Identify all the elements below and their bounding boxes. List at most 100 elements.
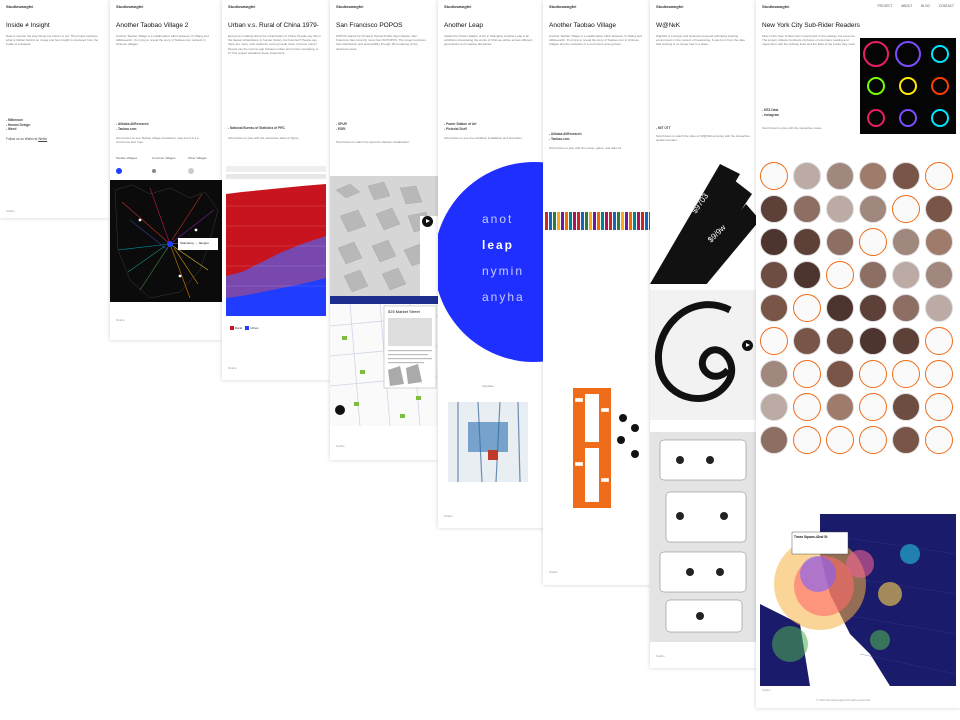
reader-photo[interactable] [793, 327, 821, 355]
subway-map-thumb[interactable] [892, 360, 920, 388]
reader-photo[interactable] [892, 228, 920, 256]
subway-map-thumb[interactable] [760, 327, 788, 355]
poster-thumb[interactable] [601, 212, 604, 230]
reader-photo[interactable] [826, 294, 854, 322]
reader-photo[interactable] [925, 294, 953, 322]
reader-photo[interactable] [760, 426, 788, 454]
poster-thumb[interactable] [637, 212, 640, 230]
reader-photo[interactable] [760, 228, 788, 256]
installation-photo[interactable] [448, 402, 528, 482]
poster-thumb[interactable] [545, 212, 548, 230]
reader-photo[interactable] [793, 261, 821, 289]
reader-photo[interactable] [892, 426, 920, 454]
reader-photo[interactable] [892, 261, 920, 289]
reader-photo[interactable] [892, 393, 920, 421]
map-popup[interactable]: Shandong → Jiangsu [180, 241, 218, 245]
reader-photo[interactable] [760, 393, 788, 421]
reader-photo[interactable] [892, 327, 920, 355]
poster-thumb[interactable] [577, 212, 580, 230]
subway-map-thumb[interactable] [925, 360, 953, 388]
reader-photo[interactable] [892, 294, 920, 322]
poster-thumb[interactable] [573, 212, 576, 230]
subway-map-thumb[interactable] [859, 228, 887, 256]
reader-photo[interactable] [793, 162, 821, 190]
nav-contact[interactable]: CONTACT [939, 4, 954, 8]
subway-map-thumb[interactable] [925, 393, 953, 421]
poster-thumb[interactable] [569, 212, 572, 230]
nav-about[interactable]: ABOUT [901, 4, 912, 8]
project-page-another-leap[interactable]: Studiowangfei Another Leap Initiated by … [438, 0, 546, 528]
site-logo[interactable]: Studiowangfei [6, 4, 33, 9]
poster-thumb[interactable] [581, 212, 584, 230]
poster-thumb[interactable] [641, 212, 644, 230]
subway-map-thumb[interactable] [826, 261, 854, 289]
reader-photo[interactable] [793, 228, 821, 256]
reader-photo[interactable] [925, 228, 953, 256]
reader-photo[interactable] [760, 294, 788, 322]
poster-thumb[interactable] [621, 212, 624, 230]
poster-thumb[interactable] [593, 212, 596, 230]
reader-photo[interactable] [760, 261, 788, 289]
subway-map-thumb[interactable] [760, 162, 788, 190]
play-video-button[interactable] [422, 216, 433, 227]
wank-fan-cards[interactable] [650, 164, 758, 284]
poster-thumb[interactable] [633, 212, 636, 230]
project-page-urban-rural[interactable]: Studiowangfei Urban v.s. Rural of China … [222, 0, 330, 380]
reader-photo[interactable] [859, 327, 887, 355]
poster-thumb[interactable] [617, 212, 620, 230]
project-page-wank[interactable]: Studiowangfei W@№K W@№K is a design and … [650, 0, 758, 668]
project-page-another-taobao-village[interactable]: Studiowangfei Another Taobao Village Ano… [543, 0, 653, 585]
weibo-link[interactable]: Weibo [38, 137, 47, 141]
subway-map-thumb[interactable] [859, 426, 887, 454]
reader-photo[interactable] [760, 195, 788, 223]
poster-thumb[interactable] [561, 212, 564, 230]
poster-thumb[interactable] [625, 212, 628, 230]
subway-map-thumb[interactable] [826, 426, 854, 454]
poster-thumb[interactable] [565, 212, 568, 230]
play-video-button[interactable] [742, 340, 753, 351]
sf-3d-city-render[interactable] [330, 176, 438, 296]
poster-thumb[interactable] [557, 212, 560, 230]
wank-logo-video[interactable] [650, 290, 758, 420]
poster-thumb[interactable] [589, 212, 592, 230]
reader-photo[interactable] [859, 294, 887, 322]
legend-item[interactable]: Taobao Villages [116, 156, 146, 174]
poster-thumb[interactable] [553, 212, 556, 230]
poster-thumb[interactable] [609, 212, 612, 230]
nyc-heatmap[interactable] [760, 514, 956, 686]
subway-neon-grid[interactable] [860, 38, 956, 134]
nav-project[interactable]: PROJECT [878, 4, 893, 8]
reader-photo[interactable] [793, 195, 821, 223]
sf-popos-map[interactable] [330, 296, 438, 426]
taobao-game-map[interactable] [543, 382, 653, 532]
project-page-sf-popos[interactable]: Studiowangfei San Francisco POPOS POPOS … [330, 0, 438, 460]
subway-map-thumb[interactable] [793, 294, 821, 322]
site-logo[interactable]: Studiowangfei [762, 4, 789, 9]
wank-spatial-scenario[interactable] [650, 432, 758, 642]
project-page-inside-insight[interactable]: Studiowangfei Inside ≠ Insight Data is n… [0, 0, 110, 218]
subway-map-thumb[interactable] [892, 195, 920, 223]
subway-map-thumb[interactable] [925, 327, 953, 355]
poster-thumb[interactable] [549, 212, 552, 230]
site-logo[interactable]: Studiowangfei [228, 4, 255, 9]
nav-blog[interactable]: BLOG [921, 4, 930, 8]
reader-photo[interactable] [925, 195, 953, 223]
subway-map-thumb[interactable] [859, 393, 887, 421]
site-logo[interactable]: Studiowangfei [444, 4, 471, 9]
reader-photo[interactable] [859, 162, 887, 190]
reader-photo[interactable] [826, 327, 854, 355]
reader-photo[interactable] [892, 162, 920, 190]
reader-photo[interactable] [859, 195, 887, 223]
subway-map-thumb[interactable] [793, 393, 821, 421]
site-logo[interactable]: Studiowangfei [336, 4, 363, 9]
urbanization-area-chart[interactable] [222, 166, 330, 326]
poster-thumb[interactable] [613, 212, 616, 230]
poster-blue-disc[interactable]: anot leap nymin anyha [438, 162, 546, 362]
legend-item[interactable]: Common Villages [152, 156, 182, 173]
reader-photo[interactable] [826, 393, 854, 421]
subway-map-thumb[interactable] [925, 426, 953, 454]
subway-map-thumb[interactable] [793, 426, 821, 454]
poster-thumb[interactable] [629, 212, 632, 230]
reader-photo[interactable] [826, 360, 854, 388]
reader-photo[interactable] [826, 228, 854, 256]
